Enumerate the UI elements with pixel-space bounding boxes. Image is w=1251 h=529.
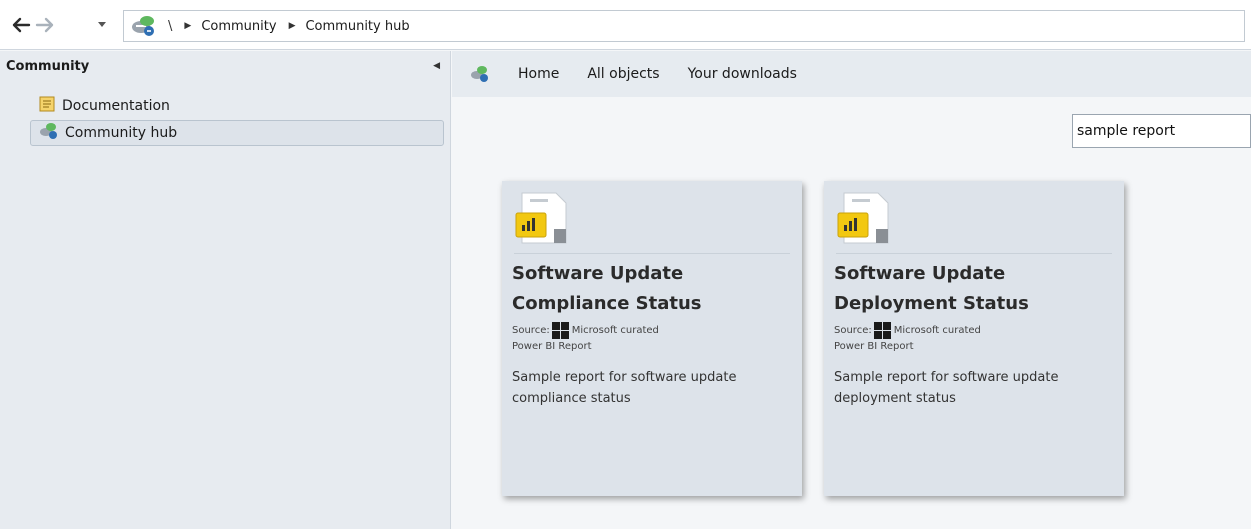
community-hub-icon: [39, 122, 59, 144]
tree-item-label: Community hub: [65, 125, 178, 141]
history-dropdown-button[interactable]: [96, 19, 108, 31]
nav-home[interactable]: Home: [518, 66, 559, 82]
tree-item-documentation[interactable]: Documentation: [30, 93, 444, 119]
community-hub-icon: [470, 63, 492, 85]
collapse-pane-button[interactable]: ◀: [433, 61, 440, 71]
address-field[interactable]: \ ▶ Community ▶ Community hub: [123, 10, 1245, 42]
card-source: Source: Microsoft curated: [512, 322, 659, 339]
card-divider: [514, 253, 790, 254]
microsoft-logo-icon: [873, 322, 891, 339]
breadcrumb-root-separator: \: [168, 18, 173, 34]
source-label: Source:: [834, 325, 872, 336]
hub-top-nav: Home All objects Your downloads: [452, 51, 1251, 97]
breadcrumb-arrow-icon[interactable]: ▶: [289, 21, 296, 31]
report-card[interactable]: Software Update Deployment Status Source…: [824, 181, 1124, 496]
card-source: Source: Microsoft curated: [834, 322, 981, 339]
chevron-down-icon: [98, 22, 106, 27]
report-card[interactable]: Software Update Compliance Status Source…: [502, 181, 802, 496]
community-hub-icon: [130, 13, 160, 39]
navigation-pane: Community ◀ Documentation Community hub: [0, 51, 451, 529]
card-title: Software Update Compliance Status: [512, 263, 702, 314]
card-title: Software Update Deployment Status: [834, 263, 1029, 314]
card-type: Power BI Report: [834, 341, 914, 352]
pane-title: Community: [6, 59, 90, 74]
card-divider: [836, 253, 1112, 254]
source-label: Source:: [512, 325, 550, 336]
back-arrow-icon: [12, 17, 31, 33]
address-bar: \ ▶ Community ▶ Community hub: [0, 0, 1251, 50]
microsoft-logo-icon: [551, 322, 569, 339]
tree-item-label: Documentation: [62, 98, 170, 114]
forward-button[interactable]: [34, 14, 56, 36]
source-value: Microsoft curated: [893, 325, 981, 336]
source-value: Microsoft curated: [571, 325, 659, 336]
breadcrumb-community-hub[interactable]: Community hub: [305, 19, 409, 34]
breadcrumb-arrow-icon[interactable]: ▶: [184, 21, 191, 31]
nav-your-downloads[interactable]: Your downloads: [688, 66, 797, 82]
power-bi-report-icon: [836, 191, 898, 245]
power-bi-report-icon: [514, 191, 576, 245]
card-description: Sample report for software update compli…: [512, 370, 737, 406]
card-type: Power BI Report: [512, 341, 592, 352]
nav-all-objects[interactable]: All objects: [587, 66, 659, 82]
forward-arrow-icon: [35, 17, 54, 33]
breadcrumb-community[interactable]: Community: [201, 19, 276, 34]
documentation-icon: [38, 95, 56, 117]
back-button[interactable]: [10, 14, 32, 36]
search-input[interactable]: sample report: [1072, 114, 1251, 148]
card-description: Sample report for software update deploy…: [834, 370, 1059, 406]
community-hub-content: Home All objects Your downloads sample r…: [452, 51, 1251, 529]
tree-item-community-hub[interactable]: Community hub: [30, 120, 444, 146]
